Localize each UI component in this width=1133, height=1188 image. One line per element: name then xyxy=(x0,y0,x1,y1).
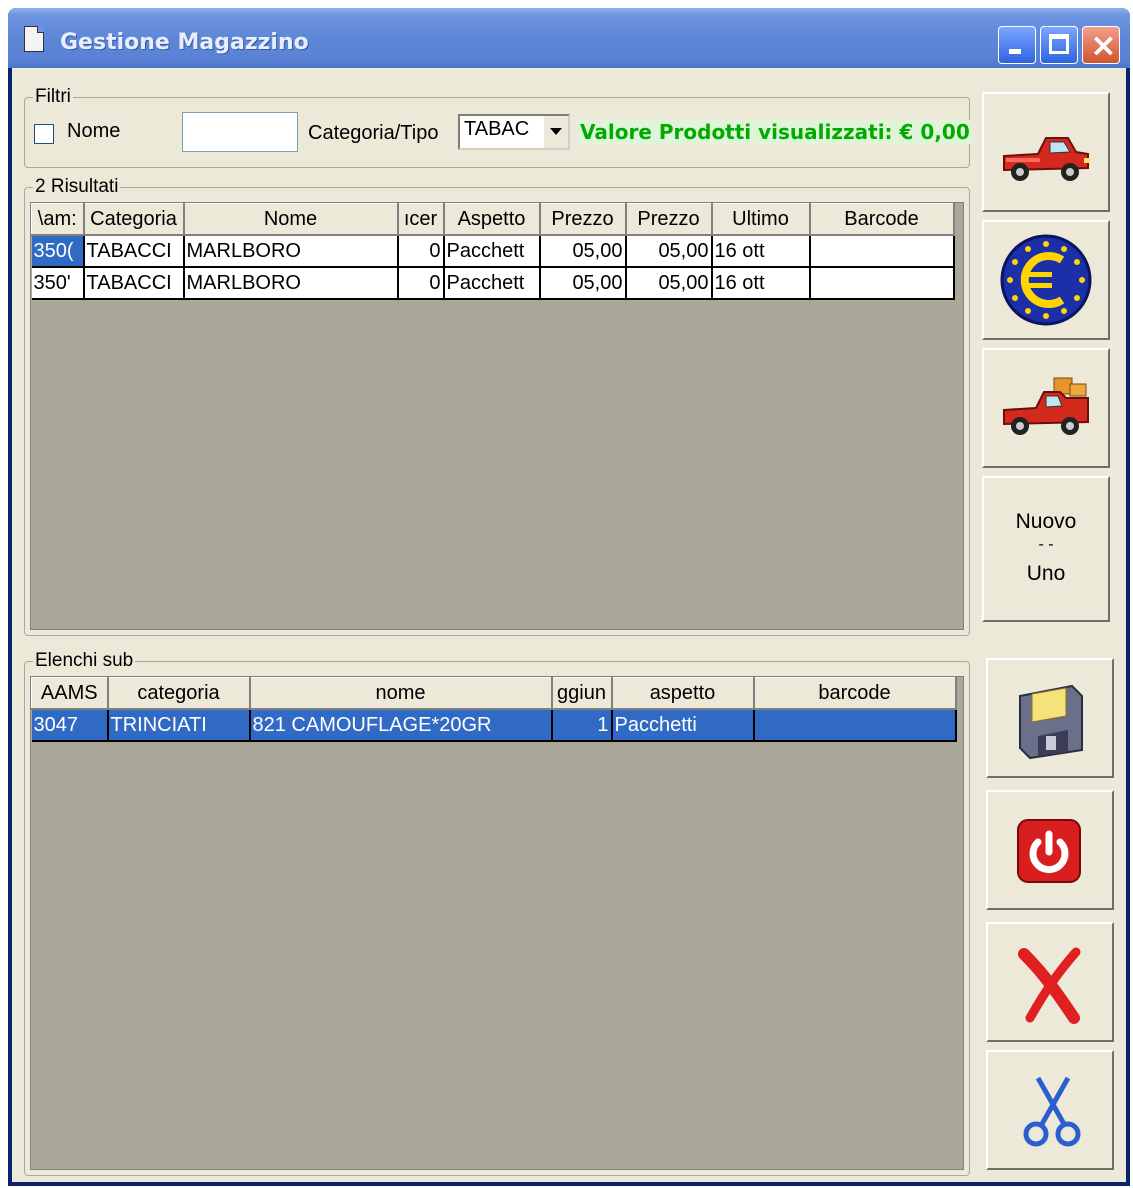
cell-categoria[interactable]: TRINCIATI xyxy=(107,709,251,742)
euro-icon xyxy=(1000,234,1092,326)
col-header-giacenza[interactable]: ıcer xyxy=(397,203,445,236)
categoria-value: TABAC xyxy=(464,118,530,140)
table-row[interactable]: 350( TABACCI MARLBORO 0 Pacchett 05,00 0… xyxy=(31,235,955,268)
chevron-down-icon[interactable] xyxy=(542,116,568,148)
col-header-nome[interactable]: nome xyxy=(249,677,553,710)
cell-giacenza[interactable]: 0 xyxy=(397,267,445,300)
cell-aams[interactable]: 350' xyxy=(31,267,85,300)
close-button[interactable]: × xyxy=(1082,26,1120,64)
results-header-row: \am: Categoria Nome ıcer Aspetto Prezzo … xyxy=(31,203,955,236)
nuovo-label: Nuovo xyxy=(1015,510,1077,533)
title-bar[interactable]: Gestione Magazzino × xyxy=(8,8,1130,68)
cell-prezzo-1[interactable]: 05,00 xyxy=(539,235,627,268)
col-header-aspetto[interactable]: Aspetto xyxy=(443,203,541,236)
col-header-aspetto[interactable]: aspetto xyxy=(611,677,755,710)
cell-barcode[interactable] xyxy=(809,235,955,268)
col-header-aams[interactable]: \am: xyxy=(31,203,85,236)
filters-legend: Filtri xyxy=(35,86,71,107)
col-header-barcode[interactable]: Barcode xyxy=(809,203,955,236)
cell-barcode[interactable] xyxy=(753,709,957,742)
maximize-button[interactable] xyxy=(1040,26,1078,64)
cell-ultimo[interactable]: 16 ott xyxy=(711,267,811,300)
minimize-icon xyxy=(1009,49,1021,54)
categoria-label: Categoria/Tipo xyxy=(308,122,439,144)
cell-aspetto[interactable]: Pacchett xyxy=(443,267,541,300)
sub-legend: Elenchi sub xyxy=(35,650,134,671)
cell-prezzo-2[interactable]: 05,00 xyxy=(625,267,713,300)
euro-button[interactable] xyxy=(982,220,1110,340)
uno-label: Uno xyxy=(1026,562,1066,585)
maximize-icon xyxy=(1049,34,1069,54)
loaded-truck-icon xyxy=(1003,377,1089,435)
results-legend: 2 Risultati xyxy=(35,176,119,197)
categoria-select[interactable]: TABAC xyxy=(458,114,570,150)
results-table: \am: Categoria Nome ıcer Aspetto Prezzo … xyxy=(31,203,955,300)
table-row[interactable]: 3047 TRINCIATI 821 CAMOUFLAGE*20GR 1 Pac… xyxy=(31,709,957,742)
col-header-categoria[interactable]: Categoria xyxy=(83,203,185,236)
nuovo-separator: - - xyxy=(1038,536,1054,553)
cell-giacenza[interactable]: 0 xyxy=(397,235,445,268)
nome-input[interactable] xyxy=(182,112,298,152)
valore-prodotti-text: Valore Prodotti visualizzati: € 0,00 xyxy=(578,120,972,144)
col-header-prezzo-1[interactable]: Prezzo xyxy=(539,203,627,236)
cell-nome[interactable]: MARLBORO xyxy=(183,267,399,300)
floppy-disk-icon xyxy=(1019,684,1083,760)
power-button[interactable] xyxy=(986,790,1114,910)
col-header-aggiunti[interactable]: ggiun xyxy=(551,677,613,710)
minimize-button[interactable] xyxy=(998,26,1036,64)
cell-categoria[interactable]: TABACCI xyxy=(83,267,185,300)
col-header-prezzo-2[interactable]: Prezzo xyxy=(625,203,713,236)
col-header-aams[interactable]: AAMS xyxy=(31,677,109,710)
cell-nome[interactable]: MARLBORO xyxy=(183,235,399,268)
power-icon xyxy=(1017,819,1081,883)
cell-nome[interactable]: 821 CAMOUFLAGE*20GR xyxy=(249,709,553,742)
nuovo-uno-button[interactable]: Nuovo - - Uno xyxy=(982,476,1110,622)
col-header-categoria[interactable]: categoria xyxy=(107,677,251,710)
cell-aams[interactable]: 350( xyxy=(31,235,85,268)
cell-prezzo-1[interactable]: 05,00 xyxy=(539,267,627,300)
close-icon: × xyxy=(1090,26,1117,64)
red-x-icon xyxy=(1018,947,1081,1024)
nome-checkbox[interactable] xyxy=(34,124,54,144)
scissors-icon xyxy=(1023,1076,1081,1147)
results-grid[interactable]: \am: Categoria Nome ıcer Aspetto Prezzo … xyxy=(30,202,964,630)
cell-aspetto[interactable]: Pacchetti xyxy=(611,709,755,742)
col-header-nome[interactable]: Nome xyxy=(183,203,399,236)
cell-categoria[interactable]: TABACCI xyxy=(83,235,185,268)
sub-header-row: AAMS categoria nome ggiun aspetto barcod… xyxy=(31,677,957,710)
carico-truck-button[interactable] xyxy=(982,92,1110,212)
sub-table: AAMS categoria nome ggiun aspetto barcod… xyxy=(31,677,957,742)
delete-button[interactable] xyxy=(986,922,1114,1042)
table-row[interactable]: 350' TABACCI MARLBORO 0 Pacchett 05,00 0… xyxy=(31,267,955,300)
cell-aggiunti[interactable]: 1 xyxy=(551,709,613,742)
save-button[interactable] xyxy=(986,658,1114,778)
truck-icon xyxy=(1003,137,1090,181)
cell-ultimo[interactable]: 16 ott xyxy=(711,235,811,268)
col-header-ultimo[interactable]: Ultimo xyxy=(711,203,811,236)
scarico-truck-button[interactable] xyxy=(982,348,1110,468)
window-title: Gestione Magazzino xyxy=(60,30,309,55)
cell-aspetto[interactable]: Pacchett xyxy=(443,235,541,268)
document-icon xyxy=(24,26,44,52)
sub-grid[interactable]: AAMS categoria nome ggiun aspetto barcod… xyxy=(30,676,964,1170)
nome-label: Nome xyxy=(67,120,121,142)
cell-aams[interactable]: 3047 xyxy=(31,709,109,742)
cell-barcode[interactable] xyxy=(809,267,955,300)
client-area: Filtri Nome Categoria/Tipo TABAC Valore … xyxy=(12,68,1126,1182)
cut-button[interactable] xyxy=(986,1050,1114,1170)
app-window: Gestione Magazzino × Filtri Nome Categor… xyxy=(8,8,1130,1186)
cell-prezzo-2[interactable]: 05,00 xyxy=(625,235,713,268)
col-header-barcode[interactable]: barcode xyxy=(753,677,957,710)
